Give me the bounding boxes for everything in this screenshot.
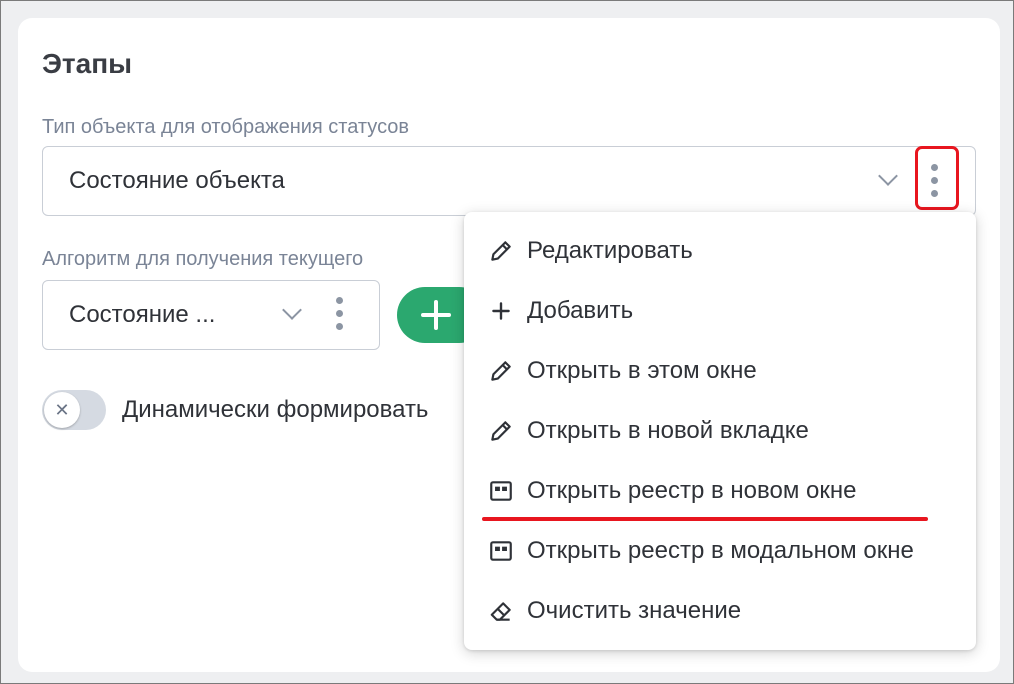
close-icon: ✕ [44,392,80,428]
chevron-down-icon[interactable] [878,166,898,186]
algorithm-value: Состояние ... [69,301,216,328]
eraser-icon [490,602,511,621]
menu-item-open-this-window[interactable]: Открыть в этом окне [464,342,976,400]
status-type-value: Состояние объекта [69,167,285,194]
algorithm-label: Алгоритм для получения текущего [42,248,364,270]
menu-item-edit[interactable]: Редактировать [464,222,976,280]
menu-item-open-new-tab[interactable]: Открыть в новой вкладке [464,402,976,460]
menu-item-open-registry-new-window[interactable]: Открыть реестр в новом окне [464,462,976,520]
status-type-select[interactable]: Состояние объекта [42,146,976,216]
highlight-underline [482,517,928,521]
dynamic-toggle[interactable]: ✕ [42,390,106,430]
menu-item-label: Очистить значение [527,597,742,624]
chevron-down-icon[interactable] [282,300,302,320]
menu-item-open-registry-modal[interactable]: Открыть реестр в модальном окне [464,522,976,580]
pencil-icon [491,421,511,441]
algorithm-select[interactable]: Состояние ... [42,280,380,350]
more-vertical-icon[interactable] [336,297,344,336]
more-button-highlight [915,146,959,210]
menu-item-label: Открыть реестр в новом окне [527,477,857,504]
plus-icon [492,302,510,320]
status-type-label: Тип объекта для отображения статусов [42,116,410,138]
menu-item-label: Редактировать [527,237,693,264]
menu-item-label: Открыть реестр в модальном окне [527,537,914,564]
registry-icon [490,541,512,561]
pencil-icon [491,361,511,381]
menu-item-add[interactable]: Добавить [464,282,976,340]
context-menu: Редактировать Добавить Открыть в этом ок… [464,212,976,650]
menu-item-clear-value[interactable]: Очистить значение [464,582,976,640]
pencil-icon [491,241,511,261]
registry-icon [490,481,512,501]
menu-item-label: Добавить [527,297,634,324]
menu-item-label: Открыть в новой вкладке [527,417,809,444]
menu-item-label: Открыть в этом окне [527,357,757,384]
section-title: Этапы [42,48,133,79]
dynamic-toggle-label: Динамически формировать [122,396,429,423]
